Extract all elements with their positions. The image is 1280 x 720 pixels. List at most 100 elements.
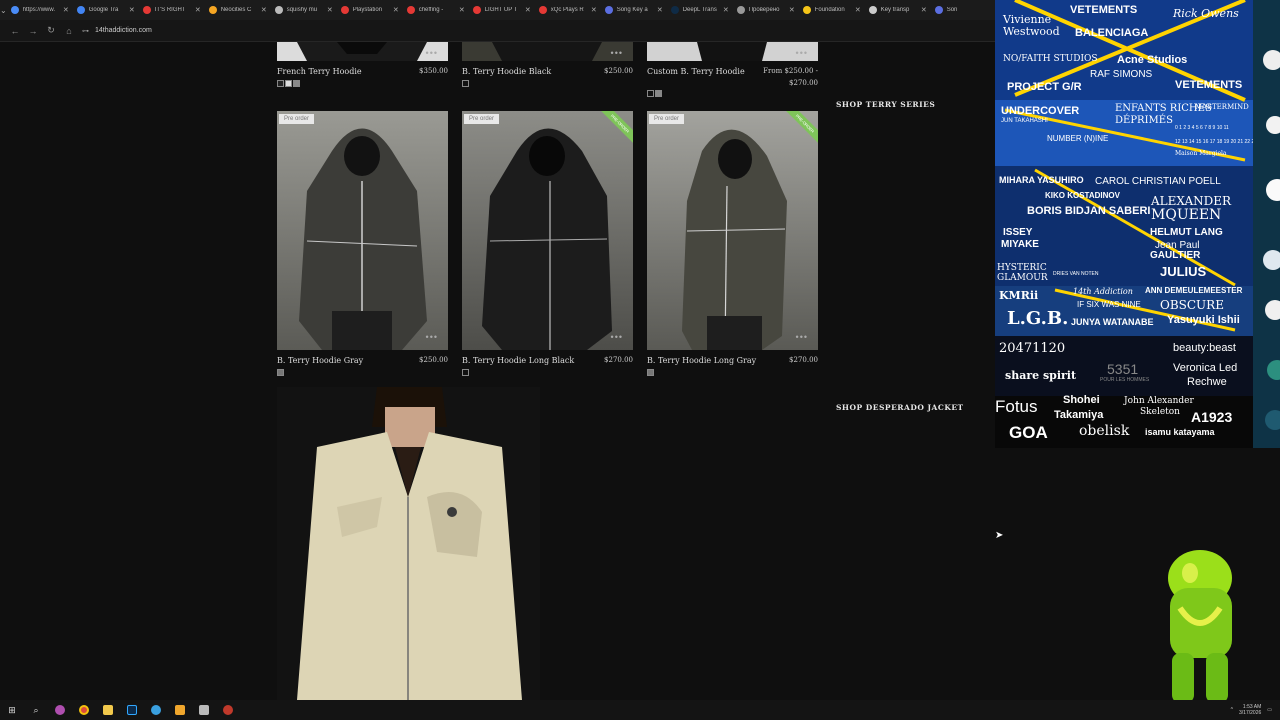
reload-icon[interactable]: ↻ bbox=[42, 25, 60, 36]
browser-tab[interactable]: Playstation ✕ bbox=[337, 1, 403, 19]
browser-tab[interactable]: Google Tra ✕ bbox=[73, 1, 139, 19]
browser-tab[interactable]: IT'S RIGHT ✕ bbox=[139, 1, 205, 19]
product-image[interactable]: Pre order PRE-ORDER ••• bbox=[647, 111, 818, 350]
browser-tab[interactable]: DeepL Trans ✕ bbox=[667, 1, 733, 19]
more-icon[interactable]: ••• bbox=[796, 48, 808, 58]
clock-date: 3/17/2026 bbox=[1239, 710, 1262, 716]
file-explorer-icon[interactable] bbox=[96, 700, 120, 720]
shop-terry-series-link[interactable]: SHOP TERRY SERIES bbox=[836, 100, 935, 109]
brand-logo: MASTERMIND bbox=[1195, 103, 1249, 111]
brand-logo: GAULTIER bbox=[1150, 250, 1201, 261]
clock[interactable]: 1:53 AM 3/17/2026 bbox=[1239, 704, 1261, 716]
tab-favicon-icon bbox=[76, 6, 85, 14]
home-icon[interactable]: ⌂ bbox=[60, 26, 78, 36]
more-icon[interactable]: ••• bbox=[796, 332, 808, 342]
tray-chevron-icon[interactable]: ^ bbox=[1231, 707, 1233, 713]
color-swatch[interactable] bbox=[462, 80, 469, 87]
browser-tab[interactable]: xQc Plays R ✕ bbox=[535, 1, 601, 19]
forward-icon[interactable]: → bbox=[24, 26, 42, 36]
browser-tab[interactable]: Son bbox=[931, 1, 995, 19]
tab-close-icon[interactable]: ✕ bbox=[327, 6, 333, 14]
browser-tab[interactable]: Foundation ✕ bbox=[799, 1, 865, 19]
browser-tab[interactable]: https://www. ✕ bbox=[7, 1, 73, 19]
product-name[interactable]: B. Terry Hoodie Long Gray bbox=[647, 356, 756, 365]
tab-favicon-icon bbox=[340, 6, 349, 14]
brand-logo: Takamiya bbox=[1054, 409, 1104, 421]
product-image[interactable]: Pre order PRE-ORDER ••• bbox=[462, 111, 633, 350]
product-card[interactable]: ••• Custom B. Terry Hoodie From $250.00 … bbox=[647, 42, 818, 100]
browser-app-icon[interactable] bbox=[144, 700, 168, 720]
color-swatch[interactable] bbox=[285, 80, 292, 87]
recording-app-icon[interactable] bbox=[216, 700, 240, 720]
browser-tab[interactable]: Song Key a ✕ bbox=[601, 1, 667, 19]
notification-icon[interactable]: ▭ bbox=[1267, 707, 1272, 713]
more-icon[interactable]: ••• bbox=[611, 48, 623, 58]
product-card[interactable] bbox=[277, 387, 540, 700]
brand-logo: KMRii bbox=[999, 289, 1039, 302]
product-name[interactable]: B. Terry Hoodie Black bbox=[462, 67, 551, 76]
color-swatch[interactable] bbox=[647, 90, 654, 97]
tab-close-icon[interactable]: ✕ bbox=[855, 6, 861, 14]
product-card[interactable]: Pre order PRE-ORDER ••• B. Terry Hoodie … bbox=[647, 111, 818, 381]
more-icon[interactable]: ••• bbox=[611, 332, 623, 342]
browser-tab[interactable]: Проверено ✕ bbox=[733, 1, 799, 19]
product-name[interactable]: B. Terry Hoodie Gray bbox=[277, 356, 363, 365]
product-name[interactable]: B. Terry Hoodie Long Black bbox=[462, 356, 574, 365]
chrome-icon[interactable] bbox=[72, 700, 96, 720]
product-image[interactable]: Pre order ••• bbox=[277, 111, 448, 350]
tab-close-icon[interactable]: ✕ bbox=[195, 6, 201, 14]
color-swatch[interactable] bbox=[647, 369, 654, 376]
product-card[interactable]: Pre order PRE-ORDER ••• B. Terry Hoodie … bbox=[462, 111, 633, 381]
color-swatch[interactable] bbox=[277, 369, 284, 376]
product-price-to: $270.00 bbox=[789, 79, 818, 87]
photoshop-icon[interactable] bbox=[120, 700, 144, 720]
brand-logo: JULIUS bbox=[1160, 264, 1207, 279]
lightning-app-icon[interactable] bbox=[168, 700, 192, 720]
site-info-icon[interactable]: ⊶ bbox=[82, 27, 89, 35]
tab-close-icon[interactable]: ✕ bbox=[63, 6, 69, 14]
tab-close-icon[interactable]: ✕ bbox=[459, 6, 465, 14]
more-icon[interactable]: ••• bbox=[426, 332, 438, 342]
product-card[interactable]: ••• B. Terry Hoodie Black $250.00 bbox=[462, 42, 633, 92]
tab-close-icon[interactable]: ✕ bbox=[789, 6, 795, 14]
product-image[interactable]: ••• bbox=[277, 42, 448, 61]
tab-close-icon[interactable]: ✕ bbox=[393, 6, 399, 14]
color-swatch[interactable] bbox=[655, 90, 662, 97]
color-swatch[interactable] bbox=[277, 80, 284, 87]
tab-close-icon[interactable]: ✕ bbox=[657, 6, 663, 14]
browser-tab[interactable]: cheffing - ✕ bbox=[403, 1, 469, 19]
tab-close-icon[interactable]: ✕ bbox=[525, 6, 531, 14]
preorder-badge: Pre order bbox=[279, 114, 315, 124]
url-text: 14thaddiction.com bbox=[95, 27, 152, 34]
product-card[interactable]: ••• French Terry Hoodie $350.00 bbox=[277, 42, 448, 92]
tab-close-icon[interactable]: ✕ bbox=[921, 6, 927, 14]
url-field[interactable]: ⊶ 14thaddiction.com bbox=[82, 27, 152, 35]
search-icon[interactable]: ⌕ bbox=[24, 700, 48, 720]
discord-icon[interactable] bbox=[48, 700, 72, 720]
back-icon[interactable]: ← bbox=[6, 26, 24, 36]
tab-label: squishy mu bbox=[286, 7, 318, 13]
product-image[interactable] bbox=[277, 387, 540, 700]
product-name[interactable]: Custom B. Terry Hoodie bbox=[647, 67, 745, 76]
product-name[interactable]: French Terry Hoodie bbox=[277, 67, 362, 76]
tab-close-icon[interactable]: ✕ bbox=[723, 6, 729, 14]
product-image[interactable]: ••• bbox=[462, 42, 633, 61]
browser-tab[interactable]: squishy mu ✕ bbox=[271, 1, 337, 19]
tab-list-icon[interactable]: ⌄ bbox=[0, 0, 7, 20]
browser-tab[interactable]: LIGHT UP T ✕ bbox=[469, 1, 535, 19]
brand-logo: DÉPRIMÉS bbox=[1115, 115, 1173, 126]
browser-tab[interactable]: Neocities C ✕ bbox=[205, 1, 271, 19]
tab-close-icon[interactable]: ✕ bbox=[261, 6, 267, 14]
start-icon[interactable]: ⊞ bbox=[0, 700, 24, 720]
app-icon[interactable] bbox=[192, 700, 216, 720]
tab-close-icon[interactable]: ✕ bbox=[129, 6, 135, 14]
color-swatch[interactable] bbox=[462, 369, 469, 376]
browser-tab[interactable]: Key transp ✕ bbox=[865, 1, 931, 19]
tab-close-icon[interactable]: ✕ bbox=[591, 6, 597, 14]
more-icon[interactable]: ••• bbox=[426, 48, 438, 58]
product-image[interactable]: ••• bbox=[647, 42, 818, 61]
product-price: $250.00 bbox=[419, 356, 448, 364]
color-swatch[interactable] bbox=[293, 80, 300, 87]
shop-desperado-jacket-link[interactable]: SHOP DESPERADO JACKET bbox=[836, 403, 964, 412]
product-card[interactable]: Pre order ••• B. Terry Hoodie Gray $250.… bbox=[277, 111, 448, 381]
